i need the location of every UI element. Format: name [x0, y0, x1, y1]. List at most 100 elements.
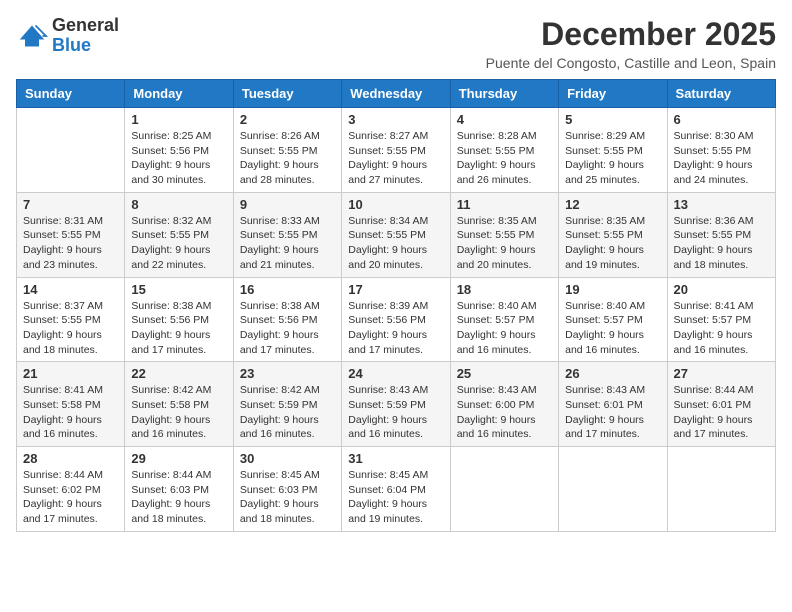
day-number: 29: [131, 451, 226, 466]
calendar-cell: 3Sunrise: 8:27 AMSunset: 5:55 PMDaylight…: [342, 108, 450, 193]
day-info: Sunrise: 8:41 AMSunset: 5:57 PMDaylight:…: [674, 299, 769, 358]
calendar-week-3: 14 Sunrise: 8:37 AMSunset: 5:55 PMDayligh…: [17, 277, 776, 362]
calendar-week-5: 28Sunrise: 8:44 AMSunset: 6:02 PMDayligh…: [17, 447, 776, 532]
day-number: 30: [240, 451, 335, 466]
day-info: Sunrise: 8:43 AMSunset: 6:00 PMDaylight:…: [457, 383, 552, 442]
calendar-cell: 2 Sunrise: 8:26 AMSunset: 5:55 PMDaylight…: [233, 108, 341, 193]
calendar-cell: 24 Sunrise: 8:43 AMSunset: 5:59 PMDayligh…: [342, 362, 450, 447]
day-number: 9: [240, 197, 335, 212]
day-info: Sunrise: 8:38 AMSunset: 5:56 PMDaylight:…: [131, 299, 226, 358]
day-info: Sunrise: 8:33 AMSunset: 5:55 PMDaylight:…: [240, 214, 335, 273]
calendar-cell: 7 Sunrise: 8:31 AMSunset: 5:55 PMDaylight…: [17, 192, 125, 277]
calendar-cell: 9 Sunrise: 8:33 AMSunset: 5:55 PMDaylight…: [233, 192, 341, 277]
calendar-cell: 17 Sunrise: 8:39 AMSunset: 5:56 PMDayligh…: [342, 277, 450, 362]
day-info: Sunrise: 8:45 AMSunset: 6:04 PMDaylight:…: [348, 468, 443, 527]
day-number: 6: [674, 112, 769, 127]
day-number: 11: [457, 197, 552, 212]
day-number: 15: [131, 282, 226, 297]
day-number: 25: [457, 366, 552, 381]
logo: GeneralBlue: [16, 16, 119, 56]
day-number: 2: [240, 112, 335, 127]
day-number: 23: [240, 366, 335, 381]
column-header-thursday: Thursday: [450, 80, 558, 108]
day-info: Sunrise: 8:38 AMSunset: 5:56 PMDaylight:…: [240, 299, 335, 358]
calendar-cell: 15 Sunrise: 8:38 AMSunset: 5:56 PMDayligh…: [125, 277, 233, 362]
day-info: Sunrise: 8:34 AMSunset: 5:55 PMDaylight:…: [348, 214, 443, 273]
calendar-header-row: SundayMondayTuesdayWednesdayThursdayFrid…: [17, 80, 776, 108]
day-number: 17: [348, 282, 443, 297]
day-info: Sunrise: 8:42 AMSunset: 5:58 PMDaylight:…: [131, 383, 226, 442]
day-info: Sunrise: 8:39 AMSunset: 5:56 PMDaylight:…: [348, 299, 443, 358]
day-info: Sunrise: 8:40 AMSunset: 5:57 PMDaylight:…: [457, 299, 552, 358]
logo-icon: [16, 22, 48, 50]
day-number: 26: [565, 366, 660, 381]
calendar-cell: 13Sunrise: 8:36 AMSunset: 5:55 PMDayligh…: [667, 192, 775, 277]
day-info: Sunrise: 8:29 AMSunset: 5:55 PMDaylight:…: [565, 129, 660, 188]
calendar-cell: 18Sunrise: 8:40 AMSunset: 5:57 PMDayligh…: [450, 277, 558, 362]
month-title: December 2025: [486, 16, 776, 53]
day-info: Sunrise: 8:25 AMSunset: 5:56 PMDaylight:…: [131, 129, 226, 188]
calendar-table: SundayMondayTuesdayWednesdayThursdayFrid…: [16, 79, 776, 532]
calendar-cell: 29 Sunrise: 8:44 AMSunset: 6:03 PMDayligh…: [125, 447, 233, 532]
calendar-week-4: 21 Sunrise: 8:41 AMSunset: 5:58 PMDayligh…: [17, 362, 776, 447]
day-info: Sunrise: 8:35 AMSunset: 5:55 PMDaylight:…: [457, 214, 552, 273]
day-number: 1: [131, 112, 226, 127]
day-info: Sunrise: 8:40 AMSunset: 5:57 PMDaylight:…: [565, 299, 660, 358]
calendar-cell: 14 Sunrise: 8:37 AMSunset: 5:55 PMDayligh…: [17, 277, 125, 362]
day-number: 20: [674, 282, 769, 297]
day-info: Sunrise: 8:37 AMSunset: 5:55 PMDaylight:…: [23, 299, 118, 358]
calendar-cell: 10 Sunrise: 8:34 AMSunset: 5:55 PMDayligh…: [342, 192, 450, 277]
column-header-tuesday: Tuesday: [233, 80, 341, 108]
day-info: Sunrise: 8:35 AMSunset: 5:55 PMDaylight:…: [565, 214, 660, 273]
day-info: Sunrise: 8:44 AMSunset: 6:02 PMDaylight:…: [23, 468, 118, 527]
calendar-cell: 28Sunrise: 8:44 AMSunset: 6:02 PMDayligh…: [17, 447, 125, 532]
calendar-cell: 4Sunrise: 8:28 AMSunset: 5:55 PMDaylight…: [450, 108, 558, 193]
page-header: GeneralBlue December 2025 Puente del Con…: [16, 16, 776, 71]
calendar-cell: 1 Sunrise: 8:25 AMSunset: 5:56 PMDaylight…: [125, 108, 233, 193]
day-number: 8: [131, 197, 226, 212]
calendar-cell: 26 Sunrise: 8:43 AMSunset: 6:01 PMDayligh…: [559, 362, 667, 447]
day-number: 31: [348, 451, 443, 466]
day-info: Sunrise: 8:43 AMSunset: 5:59 PMDaylight:…: [348, 383, 443, 442]
calendar-cell: 21 Sunrise: 8:41 AMSunset: 5:58 PMDayligh…: [17, 362, 125, 447]
day-number: 16: [240, 282, 335, 297]
calendar-cell: 11 Sunrise: 8:35 AMSunset: 5:55 PMDayligh…: [450, 192, 558, 277]
day-number: 12: [565, 197, 660, 212]
calendar-cell: 22 Sunrise: 8:42 AMSunset: 5:58 PMDayligh…: [125, 362, 233, 447]
calendar-cell: 16 Sunrise: 8:38 AMSunset: 5:56 PMDayligh…: [233, 277, 341, 362]
column-header-monday: Monday: [125, 80, 233, 108]
column-header-friday: Friday: [559, 80, 667, 108]
calendar-cell: 19 Sunrise: 8:40 AMSunset: 5:57 PMDayligh…: [559, 277, 667, 362]
day-info: Sunrise: 8:30 AMSunset: 5:55 PMDaylight:…: [674, 129, 769, 188]
calendar-cell: 23 Sunrise: 8:42 AMSunset: 5:59 PMDayligh…: [233, 362, 341, 447]
calendar-week-2: 7 Sunrise: 8:31 AMSunset: 5:55 PMDaylight…: [17, 192, 776, 277]
column-header-saturday: Saturday: [667, 80, 775, 108]
calendar-cell: 12 Sunrise: 8:35 AMSunset: 5:55 PMDayligh…: [559, 192, 667, 277]
logo-text: GeneralBlue: [52, 16, 119, 56]
calendar-cell: 8 Sunrise: 8:32 AMSunset: 5:55 PMDaylight…: [125, 192, 233, 277]
day-number: 7: [23, 197, 118, 212]
day-number: 14: [23, 282, 118, 297]
day-number: 4: [457, 112, 552, 127]
calendar-cell: 6 Sunrise: 8:30 AMSunset: 5:55 PMDaylight…: [667, 108, 775, 193]
day-info: Sunrise: 8:43 AMSunset: 6:01 PMDaylight:…: [565, 383, 660, 442]
day-info: Sunrise: 8:42 AMSunset: 5:59 PMDaylight:…: [240, 383, 335, 442]
day-number: 13: [674, 197, 769, 212]
day-info: Sunrise: 8:26 AMSunset: 5:55 PMDaylight:…: [240, 129, 335, 188]
calendar-cell: 27Sunrise: 8:44 AMSunset: 6:01 PMDayligh…: [667, 362, 775, 447]
day-info: Sunrise: 8:31 AMSunset: 5:55 PMDaylight:…: [23, 214, 118, 273]
day-number: 10: [348, 197, 443, 212]
day-info: Sunrise: 8:41 AMSunset: 5:58 PMDaylight:…: [23, 383, 118, 442]
day-number: 19: [565, 282, 660, 297]
day-info: Sunrise: 8:44 AMSunset: 6:03 PMDaylight:…: [131, 468, 226, 527]
column-header-wednesday: Wednesday: [342, 80, 450, 108]
day-number: 21: [23, 366, 118, 381]
day-number: 3: [348, 112, 443, 127]
day-number: 24: [348, 366, 443, 381]
day-info: Sunrise: 8:32 AMSunset: 5:55 PMDaylight:…: [131, 214, 226, 273]
day-number: 5: [565, 112, 660, 127]
day-number: 22: [131, 366, 226, 381]
title-area: December 2025 Puente del Congosto, Casti…: [486, 16, 776, 71]
day-info: Sunrise: 8:44 AMSunset: 6:01 PMDaylight:…: [674, 383, 769, 442]
calendar-cell: 30Sunrise: 8:45 AMSunset: 6:03 PMDayligh…: [233, 447, 341, 532]
